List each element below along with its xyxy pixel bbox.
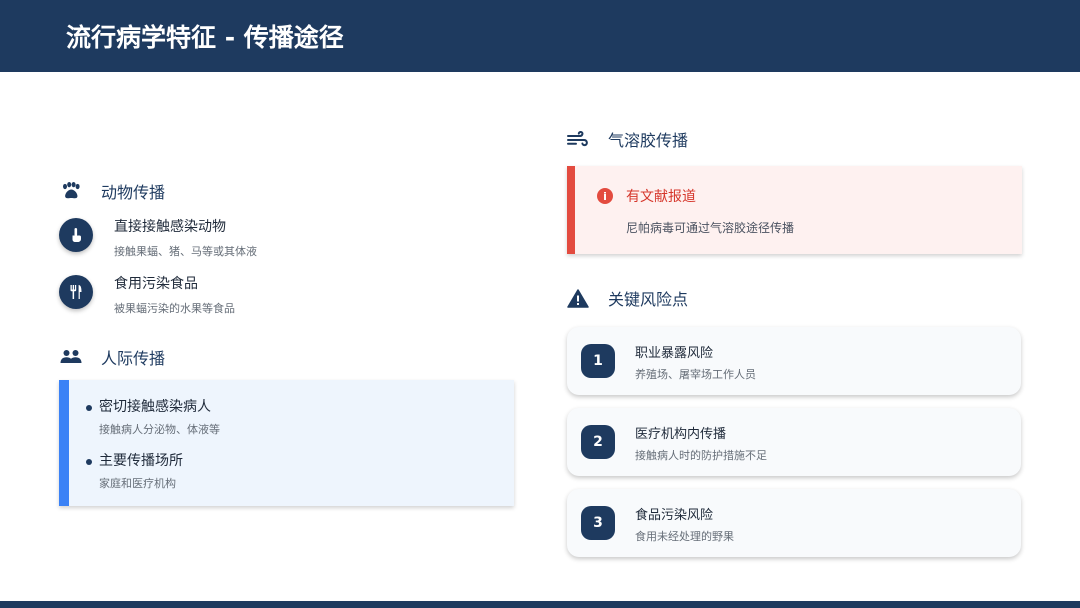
human-section-heading: 人际传播 [60, 345, 165, 369]
bullet-description: 家庭和医疗机构 [99, 477, 176, 490]
item-description: 被果蝠污染的水果等食品 [114, 302, 235, 315]
risk-card-occupational: 1 职业暴露风险 养殖场、屠宰场工作人员 [567, 327, 1021, 395]
page-title: 流行病学特征 - 传播途径 [66, 23, 344, 52]
bullet-title: 主要传播场所 [99, 453, 183, 469]
animal-item-direct-contact: 直接接触感染动物 接触果蝠、猪、马等或其体液 [59, 218, 257, 259]
human-heading-label: 人际传播 [101, 349, 166, 368]
item-title: 直接接触感染动物 [114, 219, 226, 235]
item-description: 接触果蝠、猪、马等或其体液 [114, 245, 257, 258]
warning-triangle-icon [567, 288, 589, 308]
exclamation-circle-icon: i [597, 188, 613, 204]
aerosol-alert-description: 尼帕病毒可通过气溶胶途径传播 [626, 221, 795, 235]
utensils-icon [59, 275, 93, 309]
risk-title: 医疗机构内传播 [635, 427, 727, 442]
list-item: 密切接触感染病人 接触病人分泌物、体液等 [86, 398, 220, 437]
risk-description: 食用未经处理的野果 [635, 530, 734, 543]
hand-pointer-icon [59, 218, 93, 252]
risk-number-badge: 3 [581, 506, 615, 540]
bullet-dot [86, 405, 92, 411]
aerosol-alert-box: i 有文献报道 尼帕病毒可通过气溶胶途径传播 [567, 166, 1022, 254]
risk-card-food: 3 食品污染风险 食用未经处理的野果 [567, 489, 1021, 557]
aerosol-section-heading: 气溶胶传播 [567, 127, 688, 151]
users-icon [60, 347, 82, 367]
risk-title: 食品污染风险 [635, 508, 714, 523]
animal-heading-label: 动物传播 [101, 183, 166, 202]
item-title: 食用污染食品 [114, 276, 198, 292]
paw-icon [60, 181, 82, 201]
risk-number-badge: 2 [581, 425, 615, 459]
risk-description: 养殖场、屠宰场工作人员 [635, 368, 756, 381]
bullet-dot [86, 459, 92, 465]
risk-title: 职业暴露风险 [635, 346, 714, 361]
risk-number-badge: 1 [581, 344, 615, 378]
bullet-description: 接触病人分泌物、体液等 [99, 423, 220, 436]
aerosol-heading-label: 气溶胶传播 [608, 131, 689, 150]
human-transmission-box: 密切接触感染病人 接触病人分泌物、体液等 主要传播场所 家庭和医疗机构 [59, 380, 514, 506]
aerosol-alert-title: 有文献报道 [626, 189, 696, 205]
risks-section-heading: 关键风险点 [567, 286, 688, 310]
risk-description: 接触病人时的防护措施不足 [635, 449, 767, 462]
footer-bar [0, 601, 1080, 608]
header-bar: 流行病学特征 - 传播途径 [0, 0, 1080, 72]
animal-item-contaminated-food: 食用污染食品 被果蝠污染的水果等食品 [59, 275, 235, 316]
risks-heading-label: 关键风险点 [608, 290, 689, 309]
bullet-title: 密切接触感染病人 [99, 399, 211, 415]
risk-card-hospital: 2 医疗机构内传播 接触病人时的防护措施不足 [567, 408, 1021, 476]
list-item: 主要传播场所 家庭和医疗机构 [86, 452, 183, 491]
animal-section-heading: 动物传播 [60, 179, 165, 203]
wind-icon [567, 129, 589, 149]
